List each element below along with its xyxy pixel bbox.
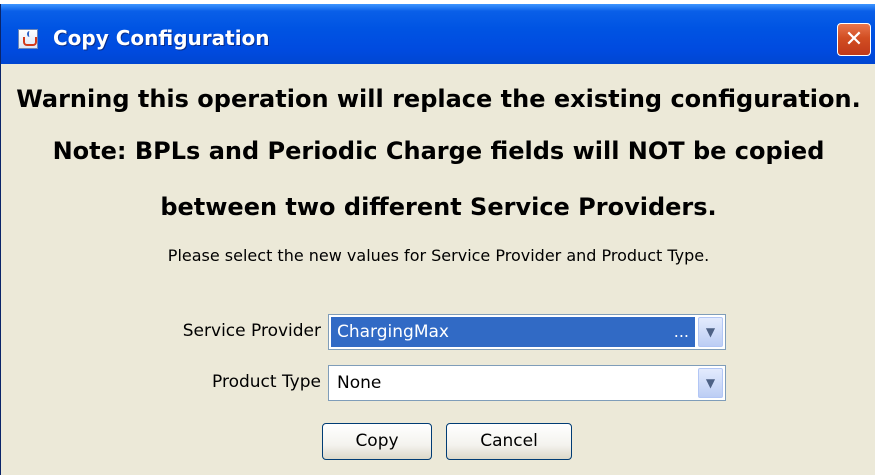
- cancel-button[interactable]: Cancel: [446, 423, 572, 460]
- product-type-label: Product Type: [212, 372, 321, 392]
- java-coffee-cup-icon: [18, 29, 38, 49]
- instruction-text: Please select the new values for Service…: [167, 246, 710, 265]
- chevron-down-icon[interactable]: ▼: [698, 317, 723, 347]
- note-message-line1: Note: BPLs and Periodic Charge fields wi…: [52, 137, 825, 165]
- copy-button[interactable]: Copy: [322, 423, 432, 460]
- product-type-select[interactable]: None ▼: [328, 365, 726, 401]
- note-message-line2: between two different Service Providers.: [160, 193, 717, 221]
- close-button[interactable]: ✕: [837, 23, 871, 56]
- service-provider-value: ChargingMax: [331, 317, 695, 347]
- copy-configuration-dialog: Copy Configuration ✕ Warning this operat…: [0, 4, 875, 475]
- title-bar[interactable]: Copy Configuration ✕: [1, 4, 875, 64]
- warning-message: Warning this operation will replace the …: [16, 85, 861, 113]
- service-provider-label: Service Provider: [182, 321, 321, 341]
- service-provider-select[interactable]: ChargingMax ... ▼: [328, 314, 726, 350]
- chevron-down-icon[interactable]: ▼: [698, 368, 723, 398]
- ellipsis-indicator: ...: [673, 322, 689, 341]
- dialog-title: Copy Configuration: [53, 26, 270, 50]
- dialog-content: Warning this operation will replace the …: [1, 64, 875, 475]
- close-icon: ✕: [844, 27, 864, 52]
- product-type-value: None: [337, 373, 382, 393]
